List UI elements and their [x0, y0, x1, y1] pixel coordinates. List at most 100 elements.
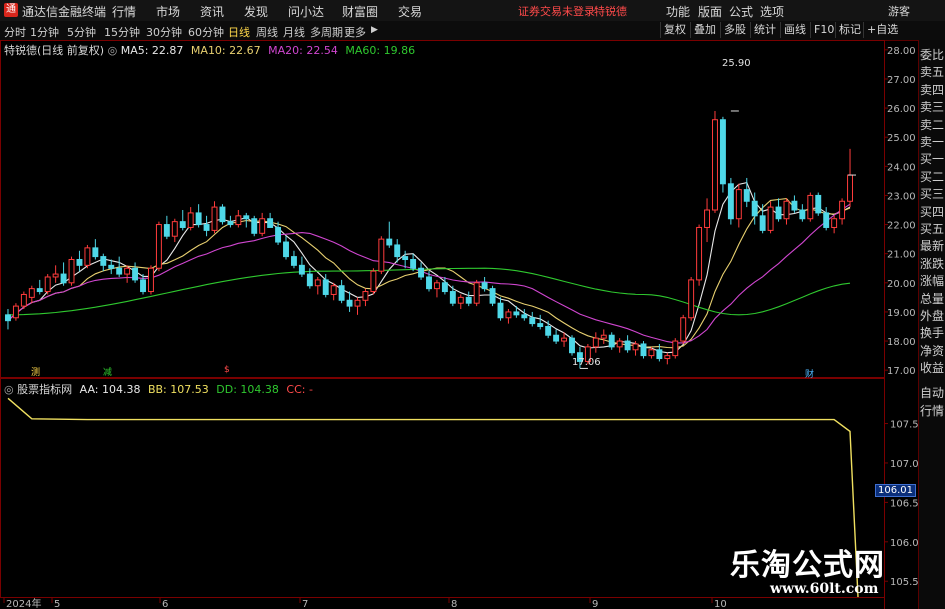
candle-body — [465, 296, 472, 304]
candle-body — [306, 273, 313, 287]
high-price-label: 25.90 — [722, 58, 751, 69]
candle-body — [12, 305, 19, 319]
candle-body — [481, 282, 488, 290]
candle-body — [251, 218, 258, 234]
candle-body — [243, 215, 250, 220]
candle-body — [92, 247, 99, 258]
sub-tick-label: 106.0 — [890, 538, 918, 549]
event-marker[interactable]: 减 — [103, 365, 112, 378]
event-marker[interactable]: 测 — [31, 365, 40, 378]
date-tick-label: 8 — [451, 599, 457, 609]
candle-body — [441, 282, 448, 293]
quote-side-panel: 委比 卖五 卖四 卖三 卖二 卖一 买一 买二 买三 买四 买五 最新 涨跌 涨幅 总量 外盘 换手 净资 收益 自动… — [918, 40, 945, 609]
sub-tick-label: 107.5 — [890, 420, 918, 431]
candle-body — [354, 299, 361, 307]
candle-body — [807, 194, 814, 220]
candle-body — [553, 334, 560, 342]
price-tick-label: 19.00 — [887, 308, 916, 319]
candle-body — [68, 259, 75, 284]
candle-body — [569, 337, 575, 354]
price-tick-label: 26.00 — [887, 104, 916, 115]
current-value-badge: 106.01 — [875, 484, 916, 497]
side-panel-label: 涨跌 — [920, 256, 945, 271]
candle-body — [100, 256, 107, 266]
candle-body — [561, 337, 568, 342]
candle-body — [171, 221, 178, 237]
side-panel-label: 外盘 — [920, 309, 945, 323]
price-tick-label: 25.00 — [887, 133, 916, 144]
candle-body — [386, 238, 393, 246]
candle-body — [426, 276, 432, 290]
candle-body — [513, 311, 520, 316]
candle-body — [275, 226, 282, 243]
candle-body — [267, 218, 274, 228]
side-panel-label[interactable]: 行情 — [920, 402, 944, 419]
date-tick-label: 5 — [54, 599, 60, 609]
candle-body — [378, 238, 385, 272]
side-panel-label: 换手 — [920, 326, 945, 341]
candle-body — [418, 267, 425, 278]
candle-body — [680, 317, 687, 342]
candle-body — [735, 189, 742, 220]
candle-body — [823, 212, 830, 228]
candle-body — [727, 183, 734, 220]
side-panel-label: 买一 — [920, 152, 945, 167]
event-marker[interactable]: $ — [224, 365, 230, 375]
date-tick-label: 2024年 — [6, 597, 41, 609]
side-panel-label: 买五 — [920, 222, 945, 236]
candle-body — [545, 325, 552, 336]
candle-body — [473, 282, 480, 304]
candle-body — [640, 343, 647, 357]
candle-body — [839, 200, 846, 220]
candle-body — [84, 247, 91, 266]
price-tick-label: 27.00 — [887, 75, 916, 86]
watermark-text: 乐淘公式网 — [730, 548, 885, 583]
candle-body — [497, 302, 504, 319]
date-tick-label: 9 — [592, 599, 598, 609]
candle-body — [203, 224, 210, 231]
candle-body — [521, 314, 528, 319]
candle-body — [775, 206, 782, 220]
price-tick-label: 21.00 — [887, 250, 916, 261]
candle-body — [600, 334, 607, 339]
candle-body — [608, 334, 615, 348]
candle-body — [163, 224, 170, 237]
candle-body — [505, 311, 512, 319]
candle-body — [616, 340, 623, 348]
candle-body — [402, 256, 409, 261]
low-price-label: 17.06 — [572, 357, 601, 368]
candle-body — [537, 323, 544, 327]
candle-body — [155, 224, 162, 269]
date-tick-label: 6 — [162, 599, 168, 609]
candle-body — [847, 174, 853, 202]
side-panel-label: 买三 — [920, 187, 945, 202]
side-panel-label: 卖一 — [920, 135, 945, 149]
candle-body — [108, 264, 115, 269]
candle-body — [592, 337, 599, 348]
candle-body — [76, 259, 83, 266]
candle-body — [148, 267, 154, 293]
candle-body — [394, 244, 401, 258]
finance-marker[interactable]: 财 — [805, 367, 814, 380]
kline-chart[interactable]: 28.00 27.00 26.00 25.00 24.00 23.00 22.00 21.00… — [0, 0, 918, 609]
candle-body — [195, 212, 202, 226]
side-panel-label[interactable]: 自动 — [920, 384, 944, 401]
side-panel-label: 卖二 — [920, 117, 945, 132]
candle-body — [219, 206, 226, 223]
price-tick-label: 20.00 — [887, 279, 916, 290]
candle-body — [20, 293, 27, 307]
candle-body — [36, 288, 43, 293]
candle-body — [696, 226, 703, 281]
price-tick-label: 23.00 — [887, 191, 916, 202]
watermark-url: www.60lt.com — [770, 581, 879, 597]
candle-body — [5, 314, 11, 322]
candle-body — [449, 291, 456, 304]
candle-body — [529, 317, 536, 325]
candle-body — [410, 259, 417, 269]
candle-body — [283, 241, 289, 258]
candle-body — [672, 340, 679, 357]
date-tick-label: 7 — [302, 599, 308, 609]
candle-body — [124, 267, 131, 275]
candle-body — [712, 119, 718, 211]
candle-body — [322, 279, 329, 295]
